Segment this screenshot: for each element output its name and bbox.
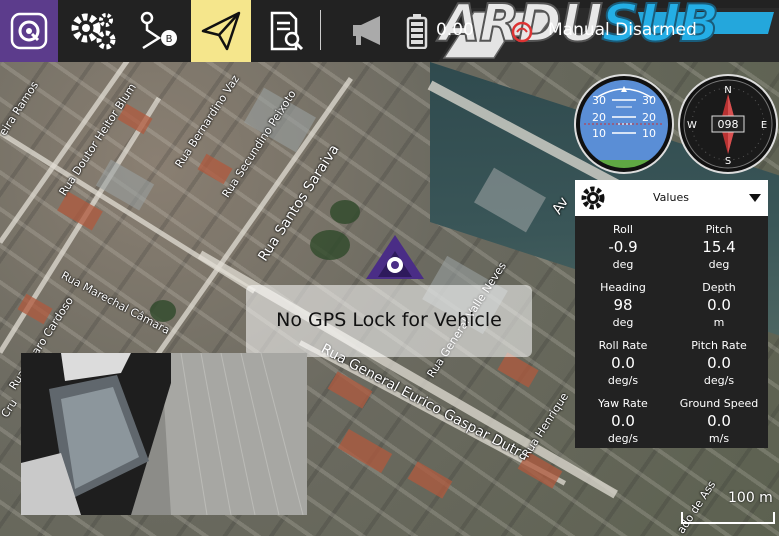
caret-down-icon[interactable]	[749, 194, 761, 202]
pitch-tick-label: 30	[592, 94, 606, 107]
value-unit: deg/s	[607, 374, 639, 387]
map-building	[95, 159, 155, 211]
value-item-roll: Roll -0.9 deg	[575, 223, 671, 271]
battery-text: 0.00	[436, 20, 474, 40]
value-unit: m	[713, 316, 725, 329]
pitch-tick-label: 20	[642, 111, 656, 124]
values-panel: Values Roll -0.9 deg Pitch 15.4 deg Head…	[575, 180, 768, 448]
map-building	[407, 461, 453, 499]
analyze-button[interactable]	[256, 0, 316, 62]
value-number: 15.4	[702, 238, 736, 256]
value-unit: deg	[612, 316, 634, 329]
top-toolbar: B ARDUSUB 0.00 Manual Disarmed	[0, 0, 779, 62]
megaphone-icon	[353, 16, 380, 45]
app-logo-button[interactable]	[0, 0, 58, 62]
battery-icon	[406, 14, 428, 49]
compass-east-label: E	[761, 120, 767, 131]
value-label: Pitch	[705, 223, 733, 236]
value-number: 0.0	[707, 354, 731, 372]
values-panel-header: Values	[575, 180, 768, 216]
video-frame	[21, 353, 307, 515]
battery-indicator[interactable]	[402, 0, 432, 62]
value-unit: m/s	[708, 432, 730, 445]
map-building	[337, 428, 393, 474]
value-item-heading: Heading 98 deg	[575, 281, 671, 329]
compass-heading-text: 098	[718, 118, 739, 131]
gps-status-message: No GPS Lock for Vehicle	[276, 309, 502, 331]
compass-west-label: W	[687, 120, 697, 131]
map-building	[497, 352, 539, 388]
pitch-tick-label: 30	[642, 94, 656, 107]
value-item-depth: Depth 0.0 m	[671, 281, 767, 329]
qgc-logo-icon	[10, 12, 48, 50]
attitude-indicator-graphic: 30 30 20 20 10 10	[580, 80, 668, 168]
value-label: Depth	[702, 281, 736, 294]
compass-south-label: S	[725, 156, 731, 167]
value-unit: deg	[708, 258, 730, 271]
street-label: eira Ramos	[0, 79, 42, 139]
video-stream-pip[interactable]	[21, 353, 307, 515]
value-number: -0.9	[608, 238, 638, 256]
value-label: Pitch Rate	[691, 339, 747, 352]
value-item-yaw-rate: Yaw Rate 0.0 deg/s	[575, 397, 671, 445]
pitch-tick-label: 10	[592, 127, 606, 140]
paper-plane-icon	[201, 11, 241, 51]
map-tree	[330, 200, 360, 224]
value-item-roll-rate: Roll Rate 0.0 deg/s	[575, 339, 671, 387]
compass-north-label: N	[724, 85, 731, 96]
svg-text:B: B	[166, 34, 173, 45]
value-item-pitch: Pitch 15.4 deg	[671, 223, 767, 271]
value-number: 98	[613, 296, 633, 314]
value-unit: deg/s	[607, 432, 639, 445]
compass-graphic: 098 N E S W	[683, 79, 773, 169]
street-label: Cru	[0, 396, 20, 421]
pitch-tick-label: 20	[592, 111, 606, 124]
value-label: Heading	[600, 281, 646, 294]
plan-button[interactable]: B	[128, 0, 188, 62]
map-tree	[310, 230, 350, 260]
value-label: Roll Rate	[598, 339, 648, 352]
map-scale-label: 100 m	[728, 490, 773, 506]
value-number: 0.0	[611, 354, 635, 372]
settings-button[interactable]	[62, 0, 124, 62]
compass-indicator: 098 N E S W	[678, 74, 778, 174]
vehicle-mode-icon	[511, 21, 533, 43]
route-icon: B	[140, 11, 177, 50]
flight-mode-text[interactable]: Manual Disarmed	[548, 20, 697, 40]
gear-icon[interactable]	[580, 185, 606, 211]
value-item-ground-speed: Ground Speed 0.0 m/s	[671, 397, 767, 445]
value-unit: deg/s	[703, 374, 735, 387]
map-scale-bar	[681, 512, 775, 524]
document-search-icon	[270, 11, 304, 51]
messages-indicator[interactable]	[346, 0, 392, 62]
value-item-pitch-rate: Pitch Rate 0.0 deg/s	[671, 339, 767, 387]
vehicle-marker[interactable]	[364, 233, 426, 281]
street-label: ado de Ass	[674, 478, 719, 536]
toolbar-separator	[320, 10, 321, 50]
value-number: 0.0	[707, 296, 731, 314]
value-unit: deg	[612, 258, 634, 271]
value-number: 0.0	[707, 412, 731, 430]
gears-icon	[71, 13, 116, 50]
values-panel-title: Values	[653, 191, 689, 204]
gps-status-banner: No GPS Lock for Vehicle	[246, 285, 532, 357]
attitude-indicator: 30 30 20 20 10 10	[574, 74, 674, 174]
value-label: Roll	[613, 223, 633, 236]
fly-button[interactable]	[191, 0, 251, 62]
value-label: Yaw Rate	[598, 397, 648, 410]
value-label: Ground Speed	[679, 397, 759, 410]
map-road	[0, 130, 256, 294]
pitch-tick-label: 10	[642, 127, 656, 140]
value-number: 0.0	[611, 412, 635, 430]
